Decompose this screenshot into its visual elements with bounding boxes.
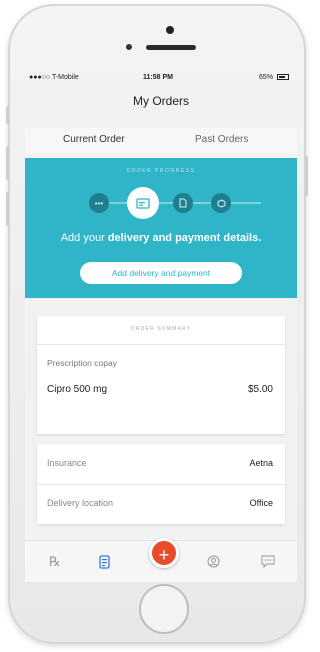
- rx-icon[interactable]: ℞: [49, 555, 61, 570]
- delivery-location-label: Delivery location: [47, 498, 114, 508]
- tab-past-orders[interactable]: Past Orders: [195, 134, 248, 145]
- insurance-label: Insurance: [47, 458, 87, 468]
- profile-icon[interactable]: [207, 555, 220, 571]
- insurance-value: Aetna: [249, 458, 273, 468]
- copay-label: Prescription copay: [47, 358, 117, 368]
- package-icon: [211, 193, 231, 213]
- orders-icon[interactable]: [99, 555, 110, 572]
- app-screen: ●●●○○ T-Mobile 11:58 PM 65% My Orders Cu…: [25, 70, 297, 582]
- earpiece-speaker: [146, 45, 196, 50]
- medication-name: Cipro 500 mg: [47, 384, 108, 395]
- medication-price: $5.00: [247, 384, 273, 395]
- divider: [37, 344, 285, 345]
- order-details-card: Insurance Aetna Delivery location Office: [37, 444, 285, 524]
- add-delivery-payment-button[interactable]: Add delivery and payment: [80, 262, 242, 284]
- battery-icon: [277, 74, 289, 81]
- headline-prefix: Add your: [60, 232, 105, 244]
- delivery-location-value: Office: [249, 498, 273, 508]
- chat-icon[interactable]: [261, 555, 275, 571]
- card-icon: [127, 187, 159, 219]
- tab-current-order[interactable]: Current Order: [63, 134, 125, 145]
- clock: 11:58 PM: [143, 74, 173, 81]
- mute-switch: [6, 106, 9, 124]
- order-summary-label: ORDER SUMMARY: [130, 326, 192, 332]
- proximity-sensor: [126, 44, 132, 50]
- order-progress-label: ORDER PROGRESS: [126, 168, 196, 174]
- headline-bold: delivery and payment details.: [107, 232, 262, 244]
- battery-percent: 65%: [259, 74, 274, 81]
- progress-steps: •••: [25, 186, 297, 220]
- volume-down-button: [6, 192, 9, 226]
- order-progress-panel: ORDER PROGRESS ••• Add your delivery and…: [25, 158, 297, 298]
- volume-up-button: [6, 146, 9, 180]
- order-summary-card: ORDER SUMMARY Prescription copay Cipro 5…: [37, 316, 285, 434]
- add-order-button[interactable]: +: [149, 538, 179, 568]
- order-tabs: Current Order Past Orders: [25, 128, 297, 154]
- ellipsis-icon: •••: [89, 193, 109, 213]
- front-camera: [166, 26, 174, 34]
- battery-indicator: 65%: [259, 74, 289, 81]
- document-icon: [173, 193, 193, 213]
- carrier-label: ●●●○○ T-Mobile: [29, 74, 79, 81]
- delivery-location-row[interactable]: Delivery location Office: [37, 484, 285, 524]
- home-button[interactable]: [139, 584, 189, 634]
- insurance-row[interactable]: Insurance Aetna: [37, 444, 285, 484]
- progress-headline: Add your delivery and payment details.: [25, 232, 297, 244]
- status-bar: ●●●○○ T-Mobile 11:58 PM 65%: [25, 70, 297, 86]
- power-button: [305, 156, 308, 196]
- page-title: My Orders: [132, 94, 189, 108]
